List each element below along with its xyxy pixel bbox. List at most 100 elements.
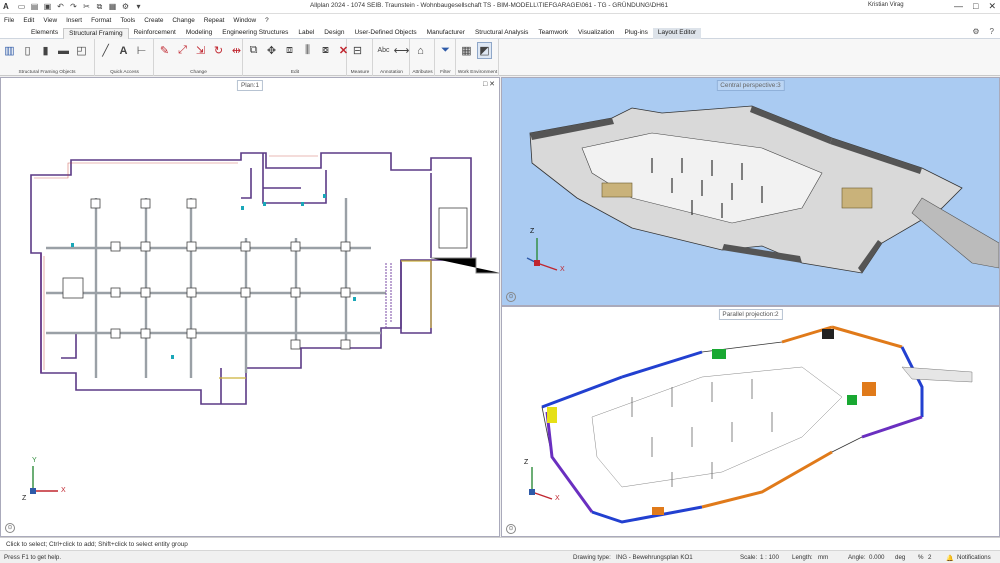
menu-tools[interactable]: Tools: [120, 17, 135, 24]
tab-design[interactable]: Design: [319, 28, 349, 39]
menu-change[interactable]: Change: [172, 17, 194, 24]
viewport-title: Central perspective:3: [716, 80, 785, 91]
menu-create[interactable]: Create: [144, 17, 163, 24]
undo-icon[interactable]: ↶: [55, 1, 66, 12]
line-icon[interactable]: ╱: [98, 42, 113, 59]
mirror-icon[interactable]: ⇹: [229, 42, 244, 59]
settings-icon[interactable]: ⚙: [120, 1, 131, 12]
opening-icon[interactable]: ◰: [74, 42, 89, 59]
allplan-logo: A: [3, 2, 9, 11]
filter-icon[interactable]: ⏷: [438, 42, 453, 59]
perspective-model[interactable]: [502, 78, 999, 305]
move-icon[interactable]: ✥: [264, 42, 279, 59]
framing-objects-icon[interactable]: ▥: [2, 42, 17, 59]
close-icon[interactable]: ✕: [988, 0, 996, 13]
menu-view[interactable]: View: [43, 17, 57, 24]
bell-icon[interactable]: 🔔: [946, 554, 954, 562]
menu-window[interactable]: Window: [233, 17, 256, 24]
tab-elements[interactable]: Elements: [26, 28, 63, 39]
y-axis-label: Y: [32, 457, 37, 464]
new-icon[interactable]: ▭: [16, 1, 27, 12]
label-icon[interactable]: Abc: [376, 42, 391, 59]
tab-modeling[interactable]: Modeling: [181, 28, 217, 39]
open-icon[interactable]: ▤: [29, 1, 40, 12]
tab-plug-ins[interactable]: Plug-ins: [619, 28, 652, 39]
paste-icon[interactable]: ▦: [107, 1, 118, 12]
modify-icon[interactable]: ✎: [157, 42, 172, 59]
user-name[interactable]: Kristian Virag: [868, 2, 904, 8]
notifications-button[interactable]: Notifications: [957, 554, 991, 561]
tab-manufacturer[interactable]: Manufacturer: [422, 28, 470, 39]
join-icon[interactable]: ⧇: [318, 42, 333, 59]
column-icon[interactable]: ▮: [38, 42, 53, 59]
navigation-icon[interactable]: ⊙: [5, 523, 15, 533]
viewport-title: Parallel projection:2: [718, 309, 783, 320]
help-icon[interactable]: ?: [990, 27, 994, 36]
angle-value[interactable]: 0.000: [869, 554, 884, 561]
scale-value[interactable]: 1 : 100: [760, 554, 779, 561]
layout-icon[interactable]: ◩: [477, 42, 492, 59]
parallel-model[interactable]: [502, 307, 999, 536]
navigation-icon[interactable]: ⊙: [506, 292, 516, 302]
slab-icon[interactable]: ▬: [56, 42, 71, 59]
ribbon-group-filter: ⏷ Filter: [436, 39, 456, 76]
measure-icon[interactable]: ⊟: [350, 42, 365, 59]
tab-structural-analysis[interactable]: Structural Analysis: [470, 28, 533, 39]
minimize-icon[interactable]: —: [954, 0, 963, 13]
group-label: Annotation: [380, 70, 403, 75]
menu-help[interactable]: ?: [265, 17, 269, 24]
attributes-icon[interactable]: ⌂: [413, 42, 428, 59]
save-icon[interactable]: ▣: [42, 1, 53, 12]
settings-icon[interactable]: ⚙: [972, 27, 979, 36]
maximize-icon[interactable]: □: [973, 0, 978, 13]
parallel-projection-viewport[interactable]: Parallel projection:2 Z X ⊙: [501, 306, 1000, 537]
wall-icon[interactable]: ▯: [20, 42, 35, 59]
group-label: Edit: [290, 70, 300, 75]
navigation-icon[interactable]: ⊙: [506, 524, 516, 534]
axis-triad-plan: [30, 466, 58, 494]
menu-format[interactable]: Format: [91, 17, 111, 24]
cut-icon[interactable]: ✂: [81, 1, 92, 12]
x-axis-label: X: [560, 266, 565, 273]
prompt-line: Click to select; Ctrl+click to add; Shif…: [0, 537, 1000, 550]
copy-icon[interactable]: ⧉: [246, 42, 261, 59]
menu-insert[interactable]: Insert: [66, 17, 82, 24]
copy-along-icon[interactable]: ⧈: [282, 42, 297, 59]
split-icon[interactable]: ⫼: [300, 42, 315, 59]
offset-icon[interactable]: ⇲: [193, 42, 208, 59]
rotate-icon[interactable]: ↻: [211, 42, 226, 59]
plan-viewport[interactable]: Plan:1 □ ✕ Y X Z ⊙: [0, 77, 500, 537]
copy-icon[interactable]: ⧉: [94, 1, 105, 12]
tab-layout-editor[interactable]: Layout Editor: [652, 28, 702, 39]
tab-engineering-structures[interactable]: Engineering Structures: [217, 28, 293, 39]
ribbon-group-edit: ⧉ ✥ ⧈ ⫼ ⧇ ✕ Edit: [244, 39, 348, 76]
redo-icon[interactable]: ↷: [68, 1, 79, 12]
status-bar: Press F1 to get help. Drawing type: ING …: [0, 550, 1000, 563]
tab-label[interactable]: Label: [293, 28, 319, 39]
dimension-line-icon[interactable]: ⊢: [134, 42, 149, 59]
dimension-icon[interactable]: ⟷: [394, 42, 410, 59]
viewport-window-buttons[interactable]: □ ✕: [483, 80, 495, 88]
central-perspective-viewport[interactable]: Central perspective:3 Z X ⊙: [501, 77, 1000, 306]
menu-file[interactable]: File: [4, 17, 14, 24]
group-label: Work Environment: [457, 70, 498, 75]
z-axis-label: Z: [22, 495, 27, 502]
length-value[interactable]: mm: [818, 554, 828, 561]
tab-teamwork[interactable]: Teamwork: [533, 28, 573, 39]
tab-visualization[interactable]: Visualization: [573, 28, 619, 39]
menu-edit[interactable]: Edit: [23, 17, 34, 24]
tab-user-defined-objects[interactable]: User-Defined Objects: [350, 28, 422, 39]
stretch-icon[interactable]: ⤢: [175, 42, 190, 59]
percent-value[interactable]: 2: [928, 554, 931, 561]
title-bar: A ▭ ▤ ▣ ↶ ↷ ✂ ⧉ ▦ ⚙ ▾ Allplan 2024 - 107…: [0, 0, 1000, 14]
angle-unit[interactable]: deg: [895, 554, 905, 561]
work-environment-icon[interactable]: ▦: [459, 42, 474, 59]
tab-structural-framing[interactable]: Structural Framing: [63, 28, 129, 39]
menu-repeat[interactable]: Repeat: [204, 17, 225, 24]
more-icon[interactable]: ▾: [133, 1, 144, 12]
tab-reinforcement[interactable]: Reinforcement: [129, 28, 181, 39]
floor-plan-drawing[interactable]: [1, 78, 499, 536]
window-title: Allplan 2024 - 1074 SEIB. Traunstein - W…: [310, 2, 669, 9]
drawing-type-value[interactable]: ING - Bewehrungsplan KO1: [616, 554, 693, 561]
text-icon[interactable]: A: [116, 42, 131, 59]
